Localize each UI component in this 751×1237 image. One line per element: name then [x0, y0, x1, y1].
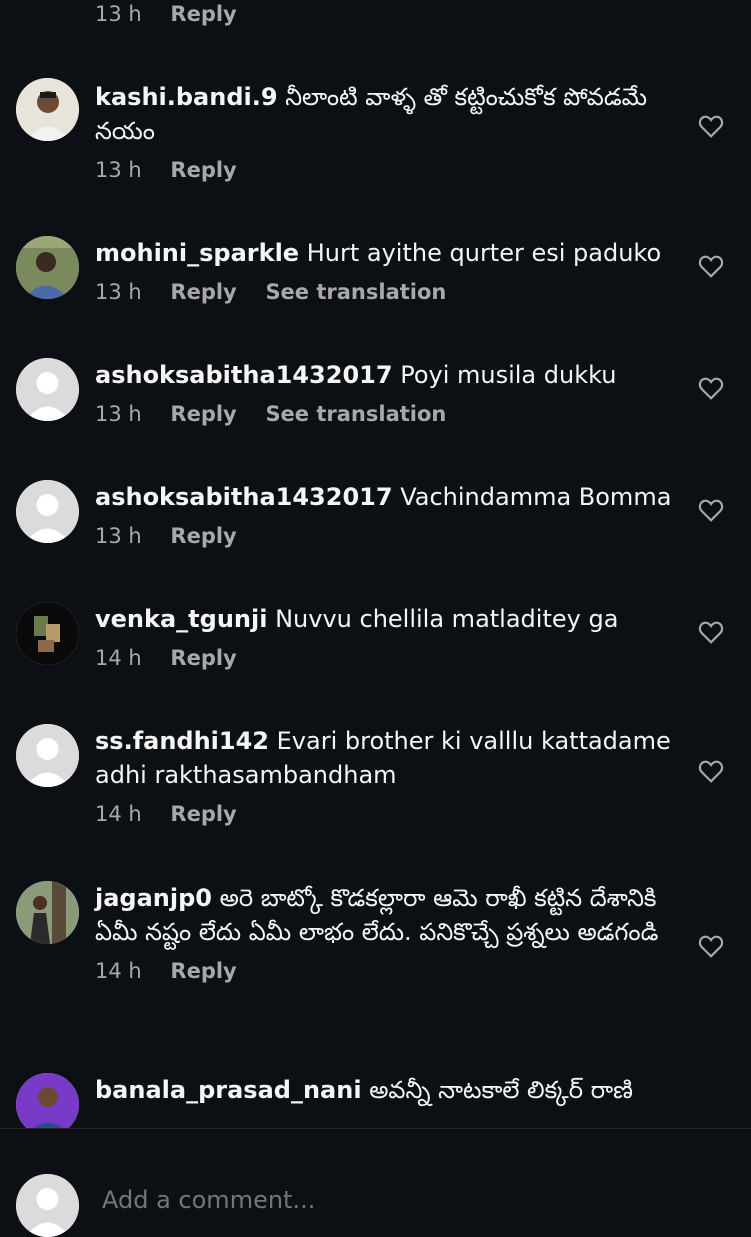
comment-username[interactable]: venka_tgunji [95, 605, 267, 633]
comment-username[interactable]: kashi.bandi.9 [95, 83, 278, 111]
current-user-avatar [16, 1174, 79, 1237]
heart-icon[interactable] [698, 498, 724, 522]
heart-icon[interactable] [698, 759, 724, 783]
heart-icon[interactable] [698, 376, 724, 400]
reply-button[interactable]: Reply [170, 524, 236, 548]
reply-button[interactable]: Reply [170, 802, 236, 826]
avatar[interactable] [16, 1073, 79, 1136]
avatar[interactable] [16, 78, 79, 141]
reply-button[interactable]: Reply [170, 959, 236, 983]
avatar[interactable] [16, 881, 79, 944]
comment-text: Nuvvu chellila matladitey ga [275, 605, 619, 633]
comment-text: Poyi musila dukku [400, 361, 617, 389]
comment-time: 13 h [95, 2, 142, 26]
reply-button[interactable]: Reply [170, 2, 236, 26]
reply-button[interactable]: Reply [170, 280, 236, 304]
comment-time: 13 h [95, 158, 142, 182]
heart-icon[interactable] [698, 254, 724, 278]
reply-button[interactable]: Reply [170, 402, 236, 426]
reply-button[interactable]: Reply [170, 158, 236, 182]
comment-composer [0, 1129, 751, 1237]
see-translation-button[interactable]: See translation [265, 280, 446, 304]
comment-time: 14 h [95, 802, 142, 826]
comment-time: 13 h [95, 524, 142, 548]
comment-username[interactable]: mohini_sparkle [95, 239, 299, 267]
comment-username[interactable]: jaganjp0 [95, 884, 212, 912]
comment-time: 14 h [95, 959, 142, 983]
heart-icon[interactable] [698, 114, 724, 138]
avatar[interactable] [16, 480, 79, 543]
heart-icon[interactable] [698, 934, 724, 958]
avatar[interactable] [16, 602, 79, 665]
avatar[interactable] [16, 724, 79, 787]
avatar[interactable] [16, 236, 79, 299]
top-comment-meta: 13 h Reply [95, 2, 259, 26]
comment-input[interactable] [100, 1179, 604, 1221]
comment-time: 13 h [95, 402, 142, 426]
heart-icon[interactable] [698, 620, 724, 644]
comment-time: 14 h [95, 646, 142, 670]
comment-text: అవన్నీ నాటకాలే లిక్కర్ రాణి [369, 1076, 633, 1104]
comment-text: Vachindamma Bomma [400, 483, 672, 511]
comment-username[interactable]: ashoksabitha1432017 [95, 483, 393, 511]
comment-time: 13 h [95, 280, 142, 304]
comment-username[interactable]: banala_prasad_nani [95, 1076, 362, 1104]
comment-username[interactable]: ashoksabitha1432017 [95, 361, 393, 389]
see-translation-button[interactable]: See translation [265, 402, 446, 426]
comment-username[interactable]: ss.fandhi142 [95, 727, 269, 755]
reply-button[interactable]: Reply [170, 646, 236, 670]
avatar[interactable] [16, 358, 79, 421]
comment-text: Hurt ayithe qurter esi paduko [306, 239, 662, 267]
